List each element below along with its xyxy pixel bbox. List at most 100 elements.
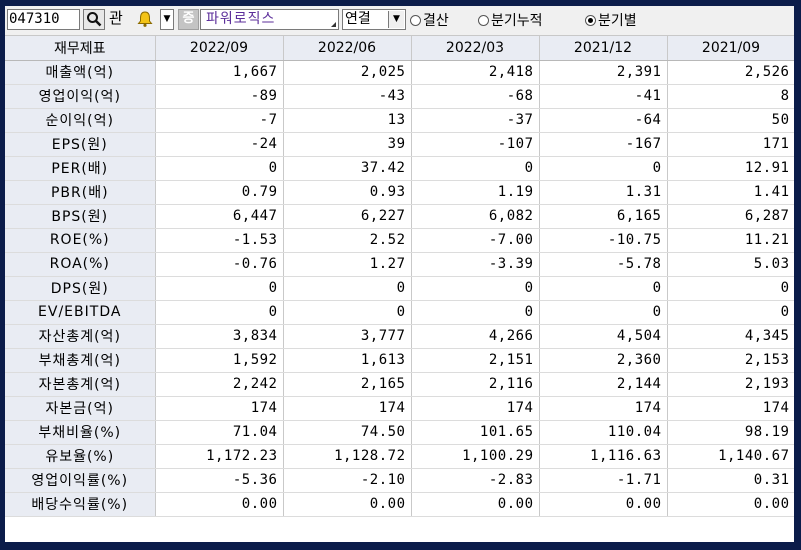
table-cell: -1.71 [539,468,668,493]
table-cell: 2,144 [539,372,668,397]
table-cell: 6,165 [539,204,668,229]
table-cell: 0 [539,156,668,181]
table-cell: 6,447 [155,204,284,229]
radio-quarter-cumulative[interactable]: 분기누적 [478,10,543,30]
row-label: EV/EBITDA [5,300,156,325]
consolidation-select[interactable]: 연결 ▼ [342,9,406,30]
table-cell: 39 [283,132,412,157]
table-cell: -64 [539,108,668,133]
table-row[interactable]: PBR(배) 0.79 0.93 1.19 1.31 1.41 [5,180,794,205]
table-cell: -5.78 [539,252,668,277]
table-cell: 0 [539,276,668,301]
table-row[interactable]: 배당수익률(%) 0.00 0.00 0.00 0.00 0.00 [5,492,794,517]
table-cell: 98.19 [667,420,794,445]
table-cell: 0.00 [155,492,284,517]
row-label: 영업이익(억) [5,84,156,109]
table-cell: -43 [283,84,412,109]
row-label: ROE(%) [5,228,156,253]
table-cell: 0 [283,300,412,325]
table-cell: 74.50 [283,420,412,445]
table-row[interactable]: 순이익(억) -7 13 -37 -64 50 [5,108,794,133]
table-row[interactable]: ROE(%) -1.53 2.52 -7.00 -10.75 11.21 [5,228,794,253]
alert-bell-icon[interactable] [136,9,160,30]
radio-quarter-cumulative-dot [478,14,489,26]
market-badge: 증 [178,9,199,30]
table-row[interactable]: EV/EBITDA 0 0 0 0 0 [5,300,794,325]
table-row[interactable]: PER(배) 0 37.42 0 0 12.91 [5,156,794,181]
table-cell: 0.93 [283,180,412,205]
table-row[interactable]: 유보율(%) 1,172.23 1,128.72 1,100.29 1,116.63 1,… [5,444,794,469]
table-cell: 2,025 [283,60,412,85]
row-label: 부채비율(%) [5,420,156,445]
table-cell: 4,266 [411,324,540,349]
financial-table: 재무제표 2022/09 2022/06 2022/03 2021/12 202… [5,36,794,517]
table-row[interactable]: 영업이익률(%) -5.36 -2.10 -2.83 -1.71 0.31 [5,468,794,493]
table-cell: -107 [411,132,540,157]
table-cell: 2,151 [411,348,540,373]
radio-quarterly[interactable]: 분기별 [585,10,637,30]
table-cell: 1,100.29 [411,444,540,469]
table-row[interactable]: 매출액(억) 1,667 2,025 2,418 2,391 2,526 [5,60,794,85]
period-header[interactable]: 2022/06 [283,36,412,61]
table-cell: -1.53 [155,228,284,253]
corner-header: 재무제표 [5,36,156,61]
alert-dropdown-button[interactable]: ▼ [160,9,174,30]
table-cell: 3,834 [155,324,284,349]
table-row[interactable]: 영업이익(억) -89 -43 -68 -41 8 [5,84,794,109]
table-row[interactable]: EPS(원) -24 39 -107 -167 171 [5,132,794,157]
company-name-field[interactable]: 파워로직스 [200,9,339,30]
table-cell: 0 [155,156,284,181]
stock-code-input[interactable]: 047310 [7,9,80,30]
table-cell: 1,613 [283,348,412,373]
table-cell: 0.00 [283,492,412,517]
period-header[interactable]: 2022/09 [155,36,284,61]
table-cell: 6,082 [411,204,540,229]
table-cell: 1,116.63 [539,444,668,469]
table-cell: -10.75 [539,228,668,253]
table-cell: 2.52 [283,228,412,253]
table-row[interactable]: DPS(원) 0 0 0 0 0 [5,276,794,301]
period-header[interactable]: 2022/03 [411,36,540,61]
radio-annual[interactable]: 결산 [410,10,449,30]
table-cell: 0 [155,300,284,325]
consolidation-value: 연결 [345,11,371,27]
table-cell: 6,287 [667,204,794,229]
chevron-down-icon: ▼ [388,11,404,28]
table-cell: 13 [283,108,412,133]
radio-annual-dot [410,14,421,26]
table-cell: 0 [155,276,284,301]
table-cell: 1.27 [283,252,412,277]
table-row[interactable]: 자산총계(억) 3,834 3,777 4,266 4,504 4,345 [5,324,794,349]
table-cell: 1.19 [411,180,540,205]
table-cell: 4,504 [539,324,668,349]
table-cell: -3.39 [411,252,540,277]
search-button[interactable] [83,9,105,30]
table-row[interactable]: 자본금(억) 174 174 174 174 174 [5,396,794,421]
table-row[interactable]: 자본총계(억) 2,242 2,165 2,116 2,144 2,193 [5,372,794,397]
table-cell: 0.00 [539,492,668,517]
interest-stock-button[interactable]: 관 [109,9,131,30]
row-label: PER(배) [5,156,156,181]
table-cell: -41 [539,84,668,109]
table-cell: 2,360 [539,348,668,373]
table-row[interactable]: 부채비율(%) 71.04 74.50 101.65 110.04 98.19 [5,420,794,445]
row-label: PBR(배) [5,180,156,205]
table-cell: -37 [411,108,540,133]
table-cell: 0 [539,300,668,325]
table-cell: 174 [155,396,284,421]
period-header[interactable]: 2021/12 [539,36,668,61]
table-body: 매출액(억) 1,667 2,025 2,418 2,391 2,526 영업이익(억) -8… [5,60,794,517]
table-cell: -5.36 [155,468,284,493]
table-cell: 0.00 [667,492,794,517]
table-row[interactable]: BPS(원) 6,447 6,227 6,082 6,165 6,287 [5,204,794,229]
table-cell: 3,777 [283,324,412,349]
financial-summary-window: 047310 관 ▼ 증 파워로직스 연결 ▼ 결산 분기누적 분기별 재무제표… [5,6,794,542]
row-label: 영업이익률(%) [5,468,156,493]
table-cell: 174 [283,396,412,421]
table-cell: -2.10 [283,468,412,493]
row-label: 유보율(%) [5,444,156,469]
table-cell: 2,418 [411,60,540,85]
table-row[interactable]: ROA(%) -0.76 1.27 -3.39 -5.78 5.03 [5,252,794,277]
period-header[interactable]: 2021/09 [667,36,794,61]
table-row[interactable]: 부채총계(억) 1,592 1,613 2,151 2,360 2,153 [5,348,794,373]
